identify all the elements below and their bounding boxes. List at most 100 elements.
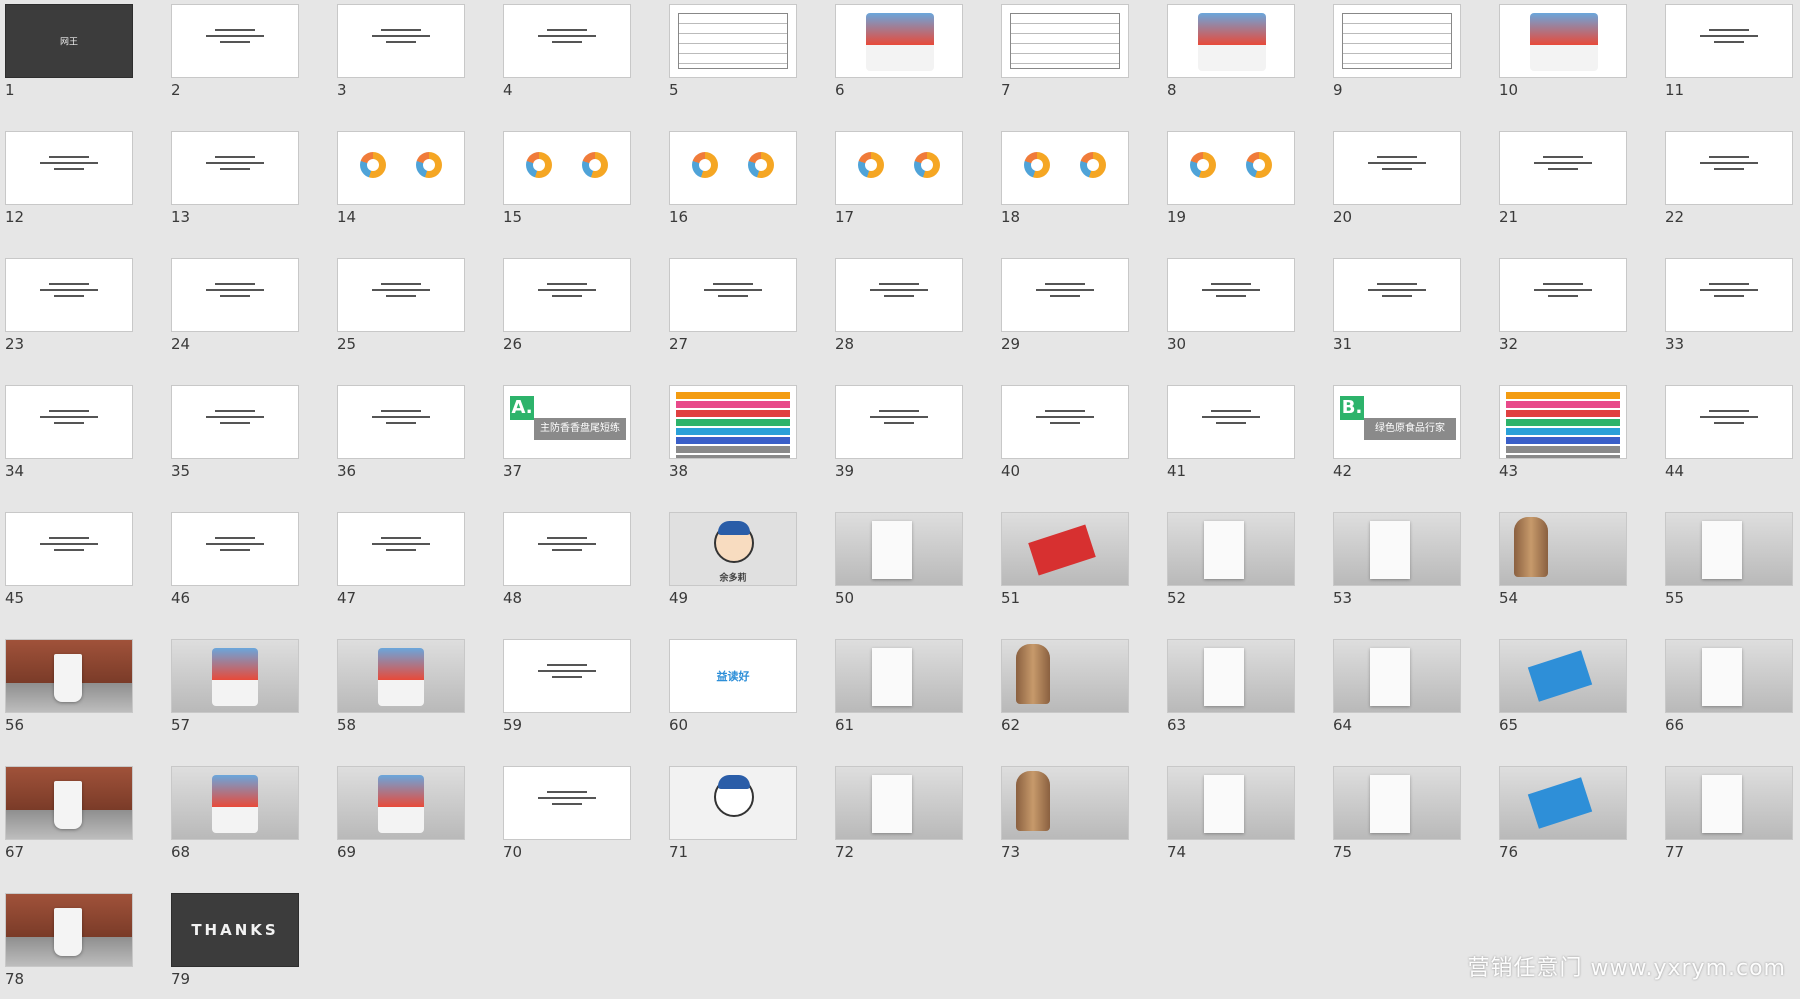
slide-thumbnail[interactable]: 50 (830, 508, 963, 618)
slide-thumbnail[interactable]: 22 (1660, 127, 1793, 237)
slide-preview (669, 131, 797, 205)
slide-thumbnail[interactable]: 10 (1494, 0, 1627, 110)
slide-thumbnail[interactable]: THANKS 79 (166, 889, 299, 999)
slide-number: 64 (1333, 716, 1353, 734)
slide-number: 2 (171, 81, 181, 99)
slide-thumbnail[interactable]: A. 主防香香盘尾短练 37 (498, 381, 631, 491)
slide-thumbnail[interactable]: 55 (1660, 508, 1793, 618)
slide-thumbnail[interactable]: 18 (996, 127, 1129, 237)
slide-thumbnail[interactable]: 21 (1494, 127, 1627, 237)
slide-thumbnail[interactable]: 32 (1494, 254, 1627, 364)
slide-thumbnail[interactable]: 4 (498, 0, 631, 110)
slide-thumbnail[interactable]: 13 (166, 127, 299, 237)
slide-thumbnail[interactable]: 19 (1162, 127, 1295, 237)
slide-thumbnail[interactable]: 58 (332, 635, 465, 745)
slide-thumbnail[interactable]: 30 (1162, 254, 1295, 364)
slide-thumbnail[interactable]: 48 (498, 508, 631, 618)
slide-thumbnail[interactable]: 29 (996, 254, 1129, 364)
slide-thumbnail[interactable]: 51 (996, 508, 1129, 618)
slide-thumbnail[interactable]: 64 (1328, 635, 1461, 745)
slide-preview (1499, 4, 1627, 78)
slide-thumbnail[interactable]: 34 (0, 381, 133, 491)
slide-thumbnail[interactable]: 8 (1162, 0, 1295, 110)
slide-thumbnail[interactable]: 67 (0, 762, 133, 872)
slide-thumbnail[interactable]: 44 (1660, 381, 1793, 491)
package-mockup (212, 648, 258, 706)
slide-thumbnail[interactable]: 63 (1162, 635, 1295, 745)
slide-preview (503, 4, 631, 78)
slide-thumbnail[interactable]: 28 (830, 254, 963, 364)
slide-thumbnail[interactable]: 53 (1328, 508, 1461, 618)
slide-thumbnail[interactable]: 73 (996, 762, 1129, 872)
business-card-mockup (1527, 650, 1593, 702)
slide-number: 68 (171, 843, 191, 861)
slide-preview (1001, 258, 1129, 332)
slide-thumbnail[interactable]: 31 (1328, 254, 1461, 364)
slide-thumbnail[interactable]: 11 (1660, 0, 1793, 110)
slide-thumbnail[interactable]: 网王 1 (0, 0, 133, 110)
slide-thumbnail[interactable]: 9 (1328, 0, 1461, 110)
slide-thumbnail[interactable]: 57 (166, 635, 299, 745)
slide-thumbnail[interactable]: 36 (332, 381, 465, 491)
slide-thumbnail[interactable]: 41 (1162, 381, 1295, 491)
slide-number: 11 (1665, 81, 1685, 99)
slide-thumbnail[interactable]: 69 (332, 762, 465, 872)
slide-thumbnail[interactable]: 14 (332, 127, 465, 237)
slide-thumbnail[interactable]: 15 (498, 127, 631, 237)
slide-thumbnail[interactable]: 27 (664, 254, 797, 364)
text-lines (1016, 410, 1114, 428)
slide-thumbnail[interactable]: 余多莉 49 (664, 508, 797, 618)
slide-thumbnail[interactable]: 24 (166, 254, 299, 364)
slide-thumbnail[interactable]: 7 (996, 0, 1129, 110)
slide-thumbnail[interactable]: 23 (0, 254, 133, 364)
slide-thumbnail[interactable]: 26 (498, 254, 631, 364)
slide-number: 47 (337, 589, 357, 607)
slide-thumbnail[interactable]: 益读好 60 (664, 635, 797, 745)
slide-thumbnail[interactable]: 71 (664, 762, 797, 872)
slide-number: 53 (1333, 589, 1353, 607)
slide-thumbnail[interactable]: 68 (166, 762, 299, 872)
slide-thumbnail[interactable]: 59 (498, 635, 631, 745)
slide-thumbnail[interactable]: 66 (1660, 635, 1793, 745)
package-mockup (378, 648, 424, 706)
slide-thumbnail[interactable]: 2 (166, 0, 299, 110)
slide-thumbnail[interactable]: 25 (332, 254, 465, 364)
slide-thumbnail[interactable]: 54 (1494, 508, 1627, 618)
slide-thumbnail[interactable]: 46 (166, 508, 299, 618)
slide-thumbnail[interactable]: 72 (830, 762, 963, 872)
slide-thumbnail[interactable]: 40 (996, 381, 1129, 491)
slide-thumbnail[interactable]: 5 (664, 0, 797, 110)
slide-preview (337, 639, 465, 713)
text-lines (352, 410, 450, 428)
slide-thumbnail[interactable]: 43 (1494, 381, 1627, 491)
slide-thumbnail[interactable]: 3 (332, 0, 465, 110)
slide-thumbnail[interactable]: 70 (498, 762, 631, 872)
slide-thumbnail[interactable]: 47 (332, 508, 465, 618)
slide-thumbnail[interactable]: 65 (1494, 635, 1627, 745)
package-mockup (378, 775, 424, 833)
slide-thumbnail[interactable]: 76 (1494, 762, 1627, 872)
slide-thumbnail[interactable]: 56 (0, 635, 133, 745)
slide-preview (171, 4, 299, 78)
slide-thumbnail[interactable]: 74 (1162, 762, 1295, 872)
slide-preview (1333, 512, 1461, 586)
slide-thumbnail[interactable]: 35 (166, 381, 299, 491)
slide-thumbnail[interactable]: 20 (1328, 127, 1461, 237)
slide-thumbnail[interactable]: 77 (1660, 762, 1793, 872)
slide-thumbnail[interactable]: 38 (664, 381, 797, 491)
slide-thumbnail[interactable]: 78 (0, 889, 133, 999)
slide-thumbnail[interactable]: 61 (830, 635, 963, 745)
slide-thumbnail[interactable]: 33 (1660, 254, 1793, 364)
text-lines (352, 537, 450, 555)
slide-thumbnail[interactable]: 17 (830, 127, 963, 237)
slide-thumbnail[interactable]: 45 (0, 508, 133, 618)
slide-thumbnail[interactable]: B. 绿色原食品行家 42 (1328, 381, 1461, 491)
slide-thumbnail[interactable]: 12 (0, 127, 133, 237)
slide-thumbnail[interactable]: 16 (664, 127, 797, 237)
slide-number: 45 (5, 589, 25, 607)
slide-thumbnail[interactable]: 62 (996, 635, 1129, 745)
slide-thumbnail[interactable]: 6 (830, 0, 963, 110)
slide-thumbnail[interactable]: 75 (1328, 762, 1461, 872)
slide-thumbnail[interactable]: 39 (830, 381, 963, 491)
slide-thumbnail[interactable]: 52 (1162, 508, 1295, 618)
